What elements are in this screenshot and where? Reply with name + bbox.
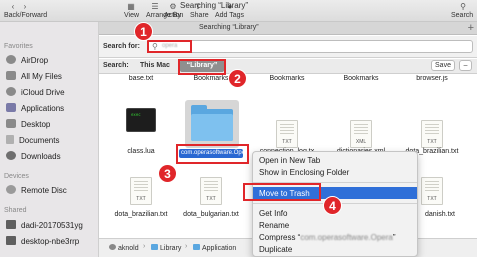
window-title: Searching “Library”: [180, 1, 249, 10]
downloads-icon: [6, 151, 16, 160]
tab-bar: Searching “Library” +: [99, 22, 477, 35]
menu-show-enclosing-folder[interactable]: Show in Enclosing Folder: [259, 168, 349, 177]
search-input[interactable]: ⚲ opera: [147, 40, 473, 53]
search-for-label: Search for:: [103, 43, 140, 50]
sidebar-item-label: desktop-nbe3rrp: [21, 237, 80, 246]
path-separator: ›: [185, 243, 188, 250]
file-label: dota_brazilian.txt: [114, 211, 168, 218]
menu-duplicate[interactable]: Duplicate: [259, 245, 292, 254]
sidebar-item-icloud-drive[interactable]: iCloud Drive: [6, 87, 96, 101]
file-label: browser.js: [416, 75, 448, 82]
path-application[interactable]: Application: [193, 244, 236, 252]
gear-icon[interactable]: ⚙: [168, 2, 178, 11]
sidebar-header-shared: Shared: [4, 207, 27, 214]
path-library[interactable]: Library: [151, 244, 181, 252]
annotation-box-library-scope: [178, 59, 226, 75]
path-separator: ›: [143, 243, 146, 250]
sidebar-item-label: AirDrop: [21, 56, 49, 65]
view-label[interactable]: View: [124, 12, 139, 19]
action-label[interactable]: Action: [164, 12, 183, 19]
view-icon[interactable]: ▦: [126, 2, 136, 11]
scope-label: Search:: [103, 62, 129, 69]
text-file-icon: TXT: [421, 177, 443, 205]
arrange-icon[interactable]: ☰: [150, 2, 160, 11]
sidebar-item-desktop[interactable]: Desktop: [6, 119, 96, 133]
back-icon[interactable]: ‹: [8, 2, 18, 11]
applications-icon: [6, 103, 16, 112]
sidebar-item-documents[interactable]: Documents: [6, 135, 96, 149]
sidebar-header-devices: Devices: [4, 173, 29, 180]
documents-icon: [6, 135, 14, 144]
save-search-button[interactable]: Save: [431, 60, 455, 71]
monitor-icon: [6, 220, 16, 229]
sidebar-item-label: Downloads: [21, 152, 61, 161]
sidebar-item-shared-desktop[interactable]: desktop-nbe3rrp: [6, 236, 96, 250]
search-label[interactable]: Search: [451, 12, 473, 19]
sidebar-item-label: dadi-20170531yg: [21, 221, 83, 230]
annotation-box-search-input: [147, 40, 192, 53]
sidebar-item-remote-disc[interactable]: Remote Disc: [6, 185, 96, 199]
text-file-icon: TXT: [130, 177, 152, 205]
step-badge-1: 1: [134, 22, 153, 41]
file-label: danish.txt: [425, 211, 455, 218]
file-label: class.lua: [127, 148, 155, 155]
user-icon: [109, 244, 116, 250]
folder-icon[interactable]: [191, 105, 233, 141]
file-label: Bookmarks: [343, 75, 379, 82]
terminal-file-icon: exec: [126, 108, 156, 132]
text-file-icon: TXT: [276, 120, 298, 148]
disc-icon: [6, 185, 16, 194]
annotation-box-move-to-trash: [243, 183, 321, 201]
step-badge-3: 3: [158, 164, 177, 183]
airdrop-icon: [6, 55, 16, 64]
step-badge-4: 4: [323, 196, 342, 215]
file-item-class-lua[interactable]: exec class.lua: [111, 100, 171, 155]
all-files-icon: [6, 71, 16, 80]
sidebar-item-airdrop[interactable]: AirDrop: [6, 55, 96, 69]
sidebar-header-favorites: Favorites: [4, 43, 33, 50]
sidebar-item-label: Desktop: [21, 120, 51, 129]
sidebar-item-label: iCloud Drive: [21, 88, 65, 97]
sidebar-item-shared-dadi[interactable]: dadi-20170531yg: [6, 220, 96, 234]
sidebar-item-applications[interactable]: Applications: [6, 103, 96, 117]
path-user[interactable]: aknold: [109, 244, 139, 252]
menu-open-new-tab[interactable]: Open in New Tab: [259, 156, 320, 165]
desktop-icon: [6, 119, 16, 128]
annotation-box-selected-folder: [176, 144, 249, 164]
menu-compress[interactable]: Compress “com.operasoftware.Opera”: [259, 233, 396, 242]
back-forward-label: Back/Forward: [4, 12, 48, 19]
sidebar-item-downloads[interactable]: Downloads: [6, 151, 96, 165]
sidebar-item-label: Remote Disc: [21, 186, 67, 195]
text-file-icon: TXT: [200, 177, 222, 205]
folder-icon: [193, 244, 200, 250]
search-icon[interactable]: ⚲: [458, 2, 468, 11]
scope-this-mac[interactable]: This Mac: [140, 62, 170, 69]
xml-file-icon: XML: [350, 120, 372, 148]
folder-icon: [151, 244, 158, 250]
search-scope-bar: Search: This Mac “Library” Save −: [99, 59, 477, 74]
file-label: Bookmarks: [269, 75, 305, 82]
cloud-icon: [6, 87, 16, 96]
monitor-icon: [6, 236, 16, 245]
sidebar-item-all-my-files[interactable]: All My Files: [6, 71, 96, 85]
share-label[interactable]: Share: [190, 12, 209, 19]
sidebar-item-label: All My Files: [21, 72, 62, 81]
finder-toolbar: ‹ › Back/Forward ▦ View ☰ Arrange By ⚙ A…: [0, 0, 477, 22]
sidebar: Favorites AirDrop All My Files iCloud Dr…: [0, 22, 99, 257]
remove-criteria-button[interactable]: −: [459, 60, 472, 71]
add-tags-label[interactable]: Add Tags: [215, 12, 244, 19]
tab-searching-library[interactable]: Searching “Library”: [199, 24, 259, 31]
file-label: base.txt: [128, 75, 154, 82]
step-badge-2: 2: [228, 69, 247, 88]
menu-get-info[interactable]: Get Info: [259, 209, 287, 218]
sidebar-item-label: Applications: [21, 104, 65, 113]
menu-rename[interactable]: Rename: [259, 221, 289, 230]
text-file-icon: TXT: [421, 120, 443, 148]
sidebar-item-label: Documents: [19, 136, 60, 145]
forward-icon[interactable]: ›: [20, 2, 30, 11]
file-label: dota_bulgarian.txt: [183, 211, 239, 218]
new-tab-button[interactable]: +: [468, 22, 474, 34]
